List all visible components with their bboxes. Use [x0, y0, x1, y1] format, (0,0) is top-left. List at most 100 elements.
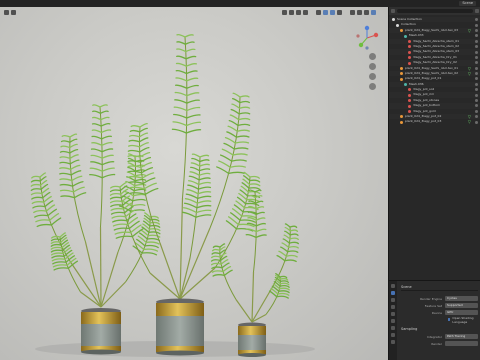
- visibility-eye-icon[interactable]: [475, 28, 478, 32]
- outliner-list: Scene Collection Collection plant_024_3lag…: [389, 15, 480, 125]
- pivot-icon[interactable]: [289, 9, 294, 15]
- material-icon: [408, 88, 411, 92]
- visibility-eye-icon[interactable]: [475, 18, 478, 22]
- render-engine-select[interactable]: Cycles: [445, 296, 478, 301]
- material-icon: [408, 50, 411, 54]
- collection-icon: [392, 18, 395, 22]
- osl-checkbox-row[interactable]: Open Shading Language: [401, 315, 478, 324]
- prop-label: Integrator: [426, 334, 442, 339]
- zoom-icon[interactable]: [369, 53, 376, 60]
- 3d-viewport[interactable]: [0, 7, 388, 360]
- modifier-filter-icon[interactable]: ▽: [468, 66, 471, 71]
- xray-icon[interactable]: [337, 9, 342, 15]
- transform-orientation-icon[interactable]: [282, 9, 287, 15]
- outliner-display-mode-icon[interactable]: [391, 9, 395, 13]
- outliner-item-label: plant_024_3lagy_pot_03: [405, 119, 442, 124]
- prop-row-render-engine: Render Engine Cycles: [401, 295, 478, 302]
- shading-wireframe-icon[interactable]: [350, 9, 355, 15]
- mesh-data-icon: [404, 34, 407, 38]
- viewport-nav-tools: [369, 53, 376, 90]
- prop-row-integrator: Integrator Path Tracing: [401, 333, 478, 340]
- material-icon: [408, 56, 411, 60]
- modifier-filter-icon[interactable]: ▽: [468, 119, 471, 124]
- gizmo-toggle-icon[interactable]: [323, 9, 328, 15]
- feature-set-select[interactable]: Supported: [445, 303, 478, 308]
- scene-selector[interactable]: Scene: [459, 1, 476, 6]
- properties-panel: Scene Render Engine Cycles Feature Set S…: [389, 280, 480, 360]
- view-layer-tab-icon[interactable]: [391, 305, 395, 309]
- object-tab-icon[interactable]: [391, 326, 395, 330]
- scene-tab-icon[interactable]: [391, 312, 395, 316]
- grid-icon[interactable]: [369, 83, 376, 90]
- shading-solid-icon[interactable]: [357, 9, 362, 15]
- prop-row-feature-set: Feature Set Supported: [401, 302, 478, 309]
- visibility-eye-icon[interactable]: [475, 55, 478, 59]
- editor-type-icon[interactable]: [4, 9, 9, 15]
- object-icon: [400, 29, 403, 33]
- visibility-eye-icon[interactable]: [475, 82, 478, 86]
- pan-hand-icon[interactable]: [369, 63, 376, 70]
- modifier-filter-icon[interactable]: ▽: [468, 71, 471, 76]
- shading-rendered-icon[interactable]: [371, 9, 376, 15]
- proportional-edit-icon[interactable]: [303, 9, 308, 15]
- visibility-eye-icon[interactable]: [475, 77, 478, 81]
- properties-title: Scene: [401, 283, 478, 291]
- render-tab-icon[interactable]: [391, 291, 395, 295]
- visibility-eye-icon[interactable]: [475, 34, 478, 38]
- visibility-eye-icon[interactable]: [475, 99, 478, 103]
- sampling-section-header[interactable]: Sampling: [401, 325, 478, 333]
- world-tab-icon[interactable]: [391, 319, 395, 323]
- camera-icon[interactable]: [369, 73, 376, 80]
- visibility-eye-icon[interactable]: [475, 61, 478, 65]
- blender-window: Scene Scene Collection Collection plant_…: [0, 0, 480, 360]
- snap-icon[interactable]: [296, 9, 301, 15]
- material-tab-icon[interactable]: [391, 340, 395, 344]
- pot-left: [81, 308, 121, 355]
- pot-middle: [156, 298, 204, 356]
- visibility-eye-icon[interactable]: [475, 23, 478, 27]
- shading-material-icon[interactable]: [364, 9, 369, 15]
- properties-body: Scene Render Engine Cycles Feature Set S…: [398, 281, 480, 360]
- visibility-eye-icon[interactable]: [475, 104, 478, 108]
- visibility-eye-icon[interactable]: [475, 50, 478, 54]
- visibility-eye-icon[interactable]: [475, 115, 478, 119]
- visibility-eye-icon[interactable]: [475, 66, 478, 70]
- material-icon: [408, 104, 411, 108]
- right-panels: Scene Collection Collection plant_024_3lag…: [388, 7, 480, 360]
- checkbox-icon[interactable]: [448, 317, 451, 322]
- material-icon: [408, 110, 411, 114]
- output-tab-icon[interactable]: [391, 298, 395, 302]
- palm-fronds: [30, 33, 300, 323]
- material-icon: [408, 93, 411, 97]
- outliner-search-input[interactable]: [397, 9, 473, 13]
- visibility-eye-icon[interactable]: [475, 109, 478, 113]
- outliner-item[interactable]: plant_024_3lagy_pot_03 ▽: [389, 119, 480, 124]
- modifier-filter-icon[interactable]: ▽: [468, 114, 471, 119]
- visibility-eye-icon[interactable]: [475, 88, 478, 92]
- visibility-icon[interactable]: [316, 9, 321, 15]
- prop-label: Render: [431, 341, 442, 346]
- top-menu-bar: Scene: [0, 0, 480, 7]
- material-icon: [408, 61, 411, 65]
- scene-render: [30, 33, 315, 357]
- visibility-eye-icon[interactable]: [475, 39, 478, 43]
- filter-icon[interactable]: [475, 9, 479, 13]
- integrator-select[interactable]: Path Tracing: [445, 334, 478, 339]
- visibility-eye-icon[interactable]: [475, 93, 478, 97]
- modifier-filter-icon[interactable]: ▽: [468, 28, 471, 33]
- modifier-tab-icon[interactable]: [391, 333, 395, 337]
- visibility-eye-icon[interactable]: [475, 120, 478, 124]
- prop-label: Device: [431, 310, 442, 315]
- prop-row-render-samples: Render: [401, 340, 478, 347]
- visibility-eye-icon[interactable]: [475, 45, 478, 49]
- view-menu-icon[interactable]: [11, 9, 16, 15]
- object-icon: [400, 72, 403, 76]
- tool-tab-icon[interactable]: [391, 284, 395, 288]
- osl-checkbox-label: Open Shading Language: [452, 315, 474, 324]
- prop-label: Feature Set: [424, 303, 442, 308]
- visibility-eye-icon[interactable]: [475, 72, 478, 76]
- navigation-gizmo[interactable]: [354, 25, 380, 51]
- device-select[interactable]: GPU: [445, 310, 478, 315]
- overlay-toggle-icon[interactable]: [330, 9, 335, 15]
- render-samples-field[interactable]: [445, 341, 478, 346]
